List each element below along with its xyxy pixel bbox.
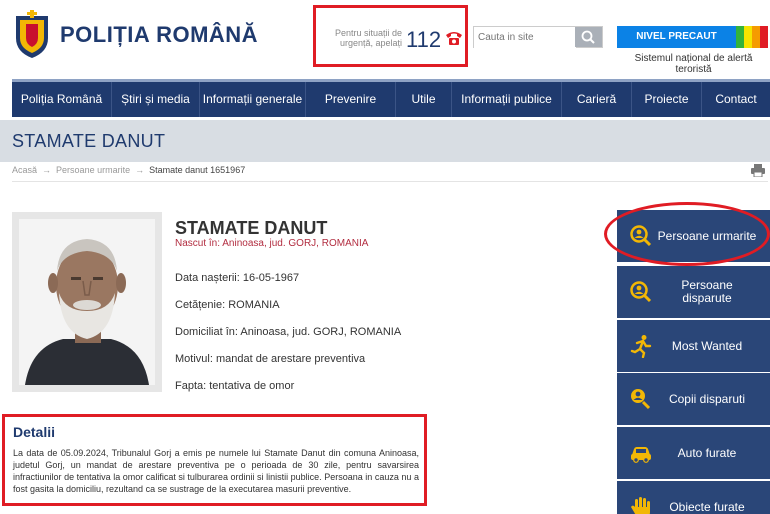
person-citizenship: Cetățenie: ROMANIA bbox=[175, 299, 280, 311]
sidebar-item-persoane-disparute[interactable]: Persoane disparute bbox=[617, 266, 770, 318]
emergency-text: Pentru situații de urgență, apelați bbox=[334, 28, 402, 48]
highlight-oval bbox=[604, 202, 770, 266]
print-icon[interactable] bbox=[751, 164, 765, 177]
portrait-image bbox=[19, 219, 155, 385]
breadcrumb: Acasă → Persoane urmarite → Stamate danu… bbox=[12, 165, 245, 175]
coat-of-arms-logo[interactable] bbox=[12, 8, 52, 60]
breadcrumb-separator: → bbox=[42, 165, 52, 175]
alert-color-orange bbox=[752, 26, 760, 48]
search-button[interactable] bbox=[575, 27, 602, 47]
sidebar-item-label: Most Wanted bbox=[671, 338, 743, 353]
search-person-icon bbox=[630, 281, 652, 303]
details-text: La data de 05.09.2024, Tribunalul Gorj a… bbox=[13, 448, 419, 494]
alert-color-green bbox=[736, 26, 744, 48]
person-offense: Fapta: tentativa de omor bbox=[175, 380, 295, 392]
main-nav: Poliția Română Știri și media Informații… bbox=[12, 79, 770, 117]
breadcrumb-home[interactable]: Acasă bbox=[12, 165, 37, 175]
sidebar-item-obiecte-furate[interactable]: Obiecte furate bbox=[617, 481, 770, 514]
brand-title[interactable]: POLIȚIA ROMÂNĂ bbox=[60, 22, 258, 48]
nav-item-proiecte[interactable]: Proiecte bbox=[632, 82, 702, 117]
details-heading: Detalii bbox=[13, 424, 56, 440]
nav-item-politia-romana[interactable]: Poliția Română bbox=[12, 82, 112, 117]
alert-caption[interactable]: Sistemul național de alertă teroristă bbox=[617, 53, 770, 75]
page: POLIȚIA ROMÂNĂ Pentru situații de urgenț… bbox=[0, 0, 770, 514]
nav-item-prevenire[interactable]: Prevenire bbox=[306, 82, 396, 117]
person-name: STAMATE DANUT bbox=[175, 218, 328, 238]
search-icon bbox=[581, 30, 595, 44]
nav-item-utile[interactable]: Utile bbox=[396, 82, 452, 117]
nav-item-stiri-media[interactable]: Știri și media bbox=[112, 82, 200, 117]
sidebar-item-copii-disparuti[interactable]: Copii disparuti bbox=[617, 373, 770, 425]
hand-icon bbox=[631, 497, 650, 514]
person-photo bbox=[12, 212, 162, 392]
site-header: POLIȚIA ROMÂNĂ Pentru situații de urgenț… bbox=[0, 0, 770, 78]
divider bbox=[12, 181, 768, 182]
sidebar-item-auto-furate[interactable]: Auto furate bbox=[617, 427, 770, 479]
sidebar-item-label: Copii disparuti bbox=[668, 391, 746, 406]
nav-item-contact[interactable]: Contact bbox=[702, 82, 770, 117]
running-person-icon bbox=[630, 335, 652, 358]
alert-color-yellow bbox=[744, 26, 752, 48]
breadcrumb-section[interactable]: Persoane urmarite bbox=[56, 165, 130, 175]
details-box: Detalii La data de 05.09.2024, Tribunalu… bbox=[2, 414, 427, 506]
car-icon bbox=[631, 447, 651, 463]
search-box bbox=[473, 26, 603, 48]
emergency-number[interactable]: 112 bbox=[406, 27, 441, 53]
nav-item-informatii-publice[interactable]: Informații publice bbox=[452, 82, 562, 117]
alert-level-bar[interactable]: NIVEL PRECAUT bbox=[617, 26, 768, 48]
sidebar-item-most-wanted[interactable]: Most Wanted bbox=[617, 320, 770, 372]
person-birthplace: Nascut în: Aninoasa, jud. GORJ, ROMANIA bbox=[175, 238, 369, 249]
nav-item-cariera[interactable]: Carieră bbox=[562, 82, 632, 117]
title-band: STAMATE DANUT bbox=[0, 120, 770, 162]
sidebar-item-label: Obiecte furate bbox=[669, 499, 745, 514]
person-domicile: Domiciliat în: Aninoasa, jud. GORJ, ROMA… bbox=[175, 326, 402, 338]
search-input[interactable] bbox=[474, 27, 576, 48]
phone-icon bbox=[446, 32, 462, 45]
sidebar-item-label: Persoane disparute bbox=[681, 278, 733, 305]
emergency-box: Pentru situații de urgență, apelați 112 bbox=[313, 5, 468, 67]
child-search-icon bbox=[631, 389, 651, 410]
breadcrumb-separator: → bbox=[135, 165, 145, 175]
breadcrumb-current: Stamate danut 1651967 bbox=[149, 165, 246, 175]
alert-level-label: NIVEL PRECAUT bbox=[617, 26, 736, 48]
sidebar-item-label: Auto furate bbox=[677, 445, 737, 460]
page-title: STAMATE DANUT bbox=[12, 131, 166, 151]
alert-color-red bbox=[760, 26, 768, 48]
nav-item-informatii-generale[interactable]: Informații generale bbox=[200, 82, 306, 117]
person-reason: Motivul: mandat de arestare preventiva bbox=[175, 353, 366, 365]
person-birthdate: Data nașterii: 16-05-1967 bbox=[175, 272, 300, 284]
